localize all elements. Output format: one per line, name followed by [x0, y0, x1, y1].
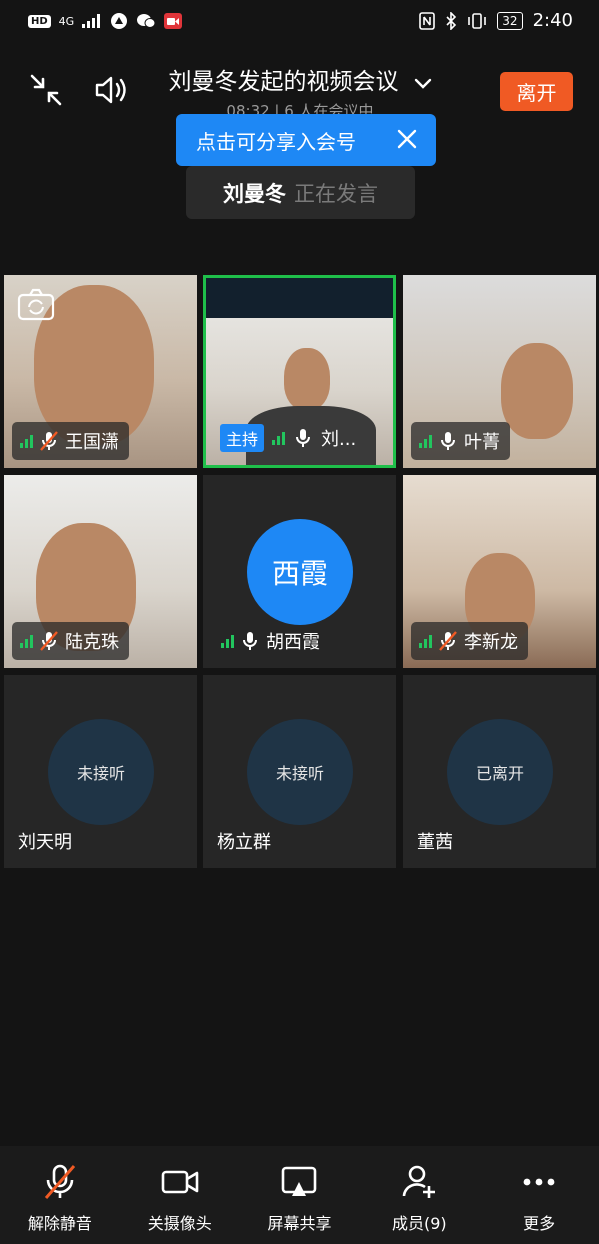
camera-off-label: 关摄像头	[147, 1214, 212, 1233]
network-label: 4G	[58, 14, 75, 28]
participant-name: 胡西霞	[266, 632, 320, 653]
app-icon	[111, 13, 128, 29]
call-status: 未接听	[48, 719, 154, 825]
hd-badge: HD	[28, 14, 51, 28]
record-icon	[164, 13, 183, 29]
participant-tile-pending[interactable]: 未接听 刘天明	[4, 675, 197, 868]
participant-tile[interactable]: 西霞 胡西霞	[203, 475, 396, 668]
participant-tile-pending[interactable]: 已离开 董茜	[403, 675, 596, 868]
screen-share-button[interactable]: 屏幕共享	[240, 1146, 360, 1244]
status-left: HD 4G	[28, 12, 183, 30]
add-member-icon	[399, 1162, 439, 1202]
close-icon[interactable]	[396, 128, 418, 155]
participant-label: 胡西霞	[213, 622, 330, 660]
host-badge: 主持	[220, 424, 265, 452]
unmute-button[interactable]: 解除静音	[0, 1146, 120, 1244]
participant-tile-pending[interactable]: 未接听 杨立群	[203, 675, 396, 868]
participant-name: 刘...	[321, 429, 357, 450]
signal-strength-icon	[221, 634, 234, 648]
signal-strength-icon	[272, 431, 286, 445]
speaker-name: 刘曼冬	[223, 181, 286, 206]
unmute-label: 解除静音	[27, 1214, 92, 1233]
more-label: 更多	[523, 1214, 556, 1233]
tooltip-text[interactable]: 点击可分享入会号	[196, 126, 356, 155]
mic-muted-icon	[40, 631, 58, 651]
more-icon	[519, 1162, 559, 1202]
mic-muted-icon	[40, 431, 58, 451]
meeting-header[interactable]: 刘曼冬发起的视频会议 08:32 | 6 人在会议中	[150, 62, 450, 121]
participant-avatar: 西霞	[247, 519, 353, 625]
participant-label: 叶菁	[411, 422, 510, 460]
camera-icon	[160, 1162, 200, 1202]
mic-muted-icon	[439, 631, 457, 651]
screen-share-icon	[279, 1162, 319, 1202]
leave-button[interactable]: 离开	[500, 72, 573, 111]
participant-tile[interactable]: 李新龙	[403, 475, 596, 668]
bluetooth-icon	[446, 11, 457, 30]
battery-indicator: 32	[497, 11, 523, 30]
switch-camera-icon[interactable]	[16, 287, 56, 323]
meeting-title[interactable]: 刘曼冬发起的视频会议	[168, 69, 398, 95]
nfc-icon	[419, 11, 436, 30]
participant-label: 李新龙	[411, 622, 528, 660]
vibrate-icon	[468, 12, 487, 29]
mic-icon	[296, 429, 311, 447]
minimize-icon	[30, 74, 62, 106]
speaker-state: 正在发言	[294, 181, 378, 206]
share-tooltip[interactable]: 点击可分享入会号	[176, 114, 436, 166]
participant-label: 陆克珠	[12, 622, 129, 660]
participant-name: 杨立群	[217, 832, 271, 853]
participant-tile[interactable]: 叶菁	[403, 275, 596, 468]
wechat-icon	[137, 14, 156, 28]
chevron-down-icon[interactable]	[414, 75, 432, 94]
mic-muted-icon	[40, 1162, 80, 1202]
members-label: 成员(9)	[391, 1214, 447, 1233]
speaker-button[interactable]	[92, 70, 132, 110]
participant-tile[interactable]: 陆克珠	[4, 475, 197, 668]
status-right: 32 2:40	[419, 10, 573, 31]
participant-tile[interactable]: 王国潇	[4, 275, 197, 468]
screen-share-label: 屏幕共享	[267, 1214, 332, 1233]
clock: 2:40	[532, 10, 573, 31]
more-button[interactable]: 更多	[479, 1146, 599, 1244]
video-feed	[501, 343, 573, 439]
participant-name: 李新龙	[464, 632, 518, 653]
mic-icon	[441, 432, 455, 450]
participant-label: 主持 刘...	[212, 419, 366, 457]
camera-off-button[interactable]: 关摄像头	[120, 1146, 240, 1244]
speaking-indicator: 刘曼冬 正在发言	[186, 166, 415, 219]
call-status: 未接听	[247, 719, 353, 825]
members-button[interactable]: 成员(9)	[359, 1146, 479, 1244]
signal-strength-icon	[20, 434, 33, 448]
speaker-icon	[95, 76, 126, 104]
mic-icon	[243, 632, 257, 650]
participant-name: 刘天明	[18, 832, 72, 853]
participant-name: 叶菁	[464, 432, 500, 453]
signal-strength-icon	[20, 634, 33, 648]
signal-icon	[82, 14, 101, 28]
status-bar: HD 4G 32 2:40	[0, 0, 599, 44]
video-letterbox	[206, 278, 393, 318]
participant-tile-host[interactable]: 主持 刘...	[203, 275, 396, 468]
call-status: 已离开	[447, 719, 553, 825]
video-feed	[284, 348, 330, 410]
participant-label: 王国潇	[12, 422, 129, 460]
bottom-toolbar: 解除静音 关摄像头 屏幕共享 成员(9) 更多	[0, 1146, 599, 1244]
participant-name: 董茜	[417, 832, 453, 853]
signal-strength-icon	[419, 434, 432, 448]
minimize-button[interactable]	[26, 70, 66, 110]
participant-name: 陆克珠	[65, 632, 119, 653]
participant-name: 王国潇	[65, 432, 119, 453]
signal-strength-icon	[419, 634, 432, 648]
